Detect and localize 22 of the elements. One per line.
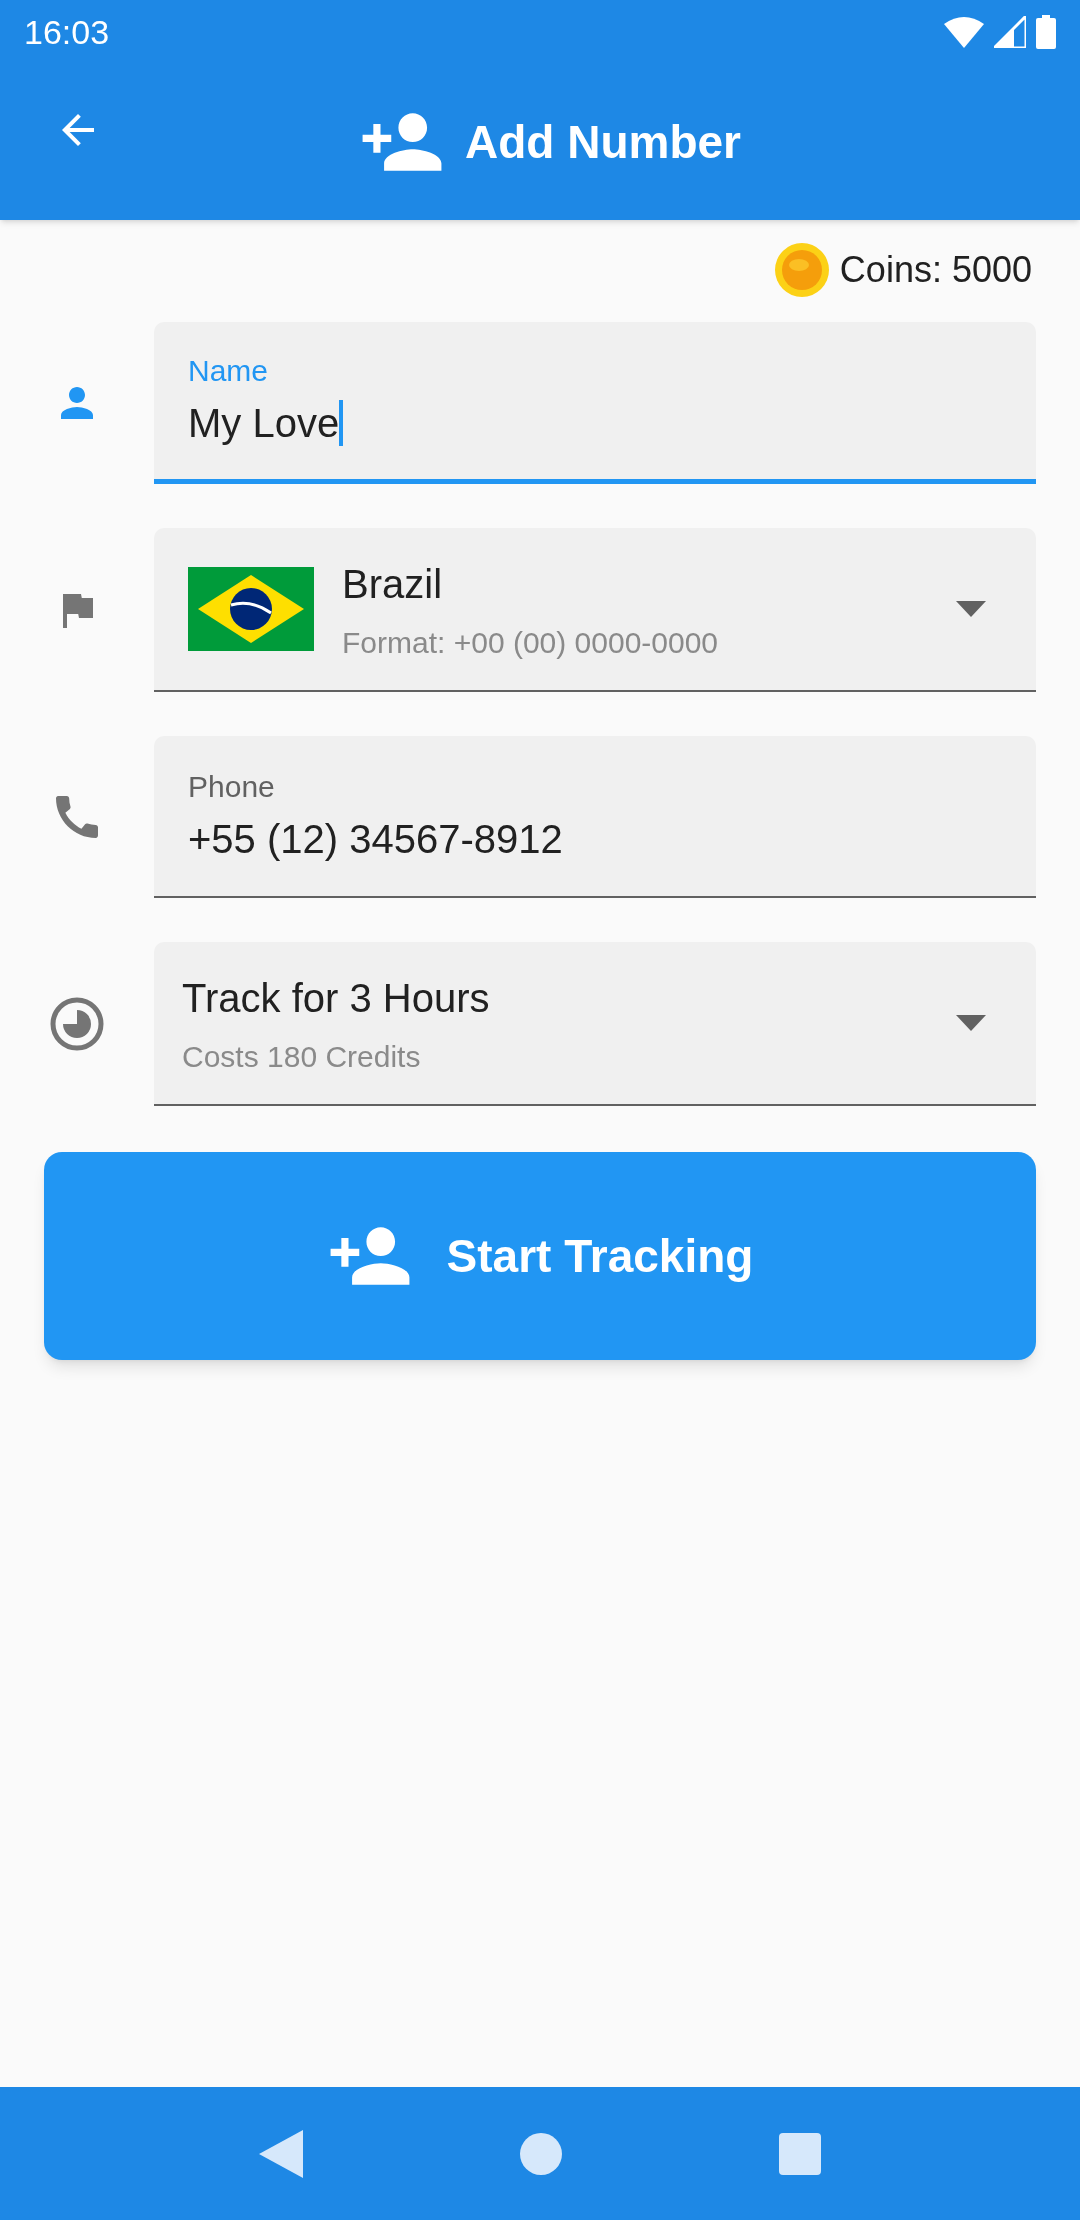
dropdown-value: Brazil bbox=[342, 560, 444, 608]
status-time: 16:03 bbox=[24, 11, 110, 53]
input-field[interactable]: Phone +55 (12) 34567-8912 bbox=[154, 736, 1036, 898]
battery-icon bbox=[1036, 15, 1056, 49]
home-nav-icon[interactable] bbox=[520, 2132, 562, 2175]
dropdown-caret-icon bbox=[956, 1015, 986, 1031]
recents-nav-icon[interactable] bbox=[779, 2132, 822, 2175]
text-cursor bbox=[339, 400, 344, 446]
dropdown-caret-icon bbox=[956, 601, 986, 617]
input-field[interactable]: Name My Love bbox=[154, 322, 1036, 484]
back-nav-icon[interactable] bbox=[258, 2129, 303, 2178]
wifi-icon bbox=[944, 16, 984, 48]
timer-icon bbox=[49, 996, 105, 1052]
coins-balance: Coins: 5000 bbox=[839, 248, 1032, 292]
signal-icon bbox=[994, 16, 1026, 48]
country-dropdown[interactable]: Brazil Format: +00 (00) 0000-0000 bbox=[154, 528, 1036, 692]
duration-dropdown[interactable]: Track for 3 Hours Costs 180 Credits bbox=[154, 942, 1036, 1106]
screen-title: Add Number bbox=[465, 114, 741, 170]
dropdown-subtitle: Format: +00 (00) 0000-0000 bbox=[342, 624, 720, 661]
dropdown-subtitle: Costs 180 Credits bbox=[182, 1038, 422, 1075]
dropdown-value: Track for 3 Hours bbox=[182, 974, 491, 1022]
coin-icon bbox=[773, 242, 830, 298]
